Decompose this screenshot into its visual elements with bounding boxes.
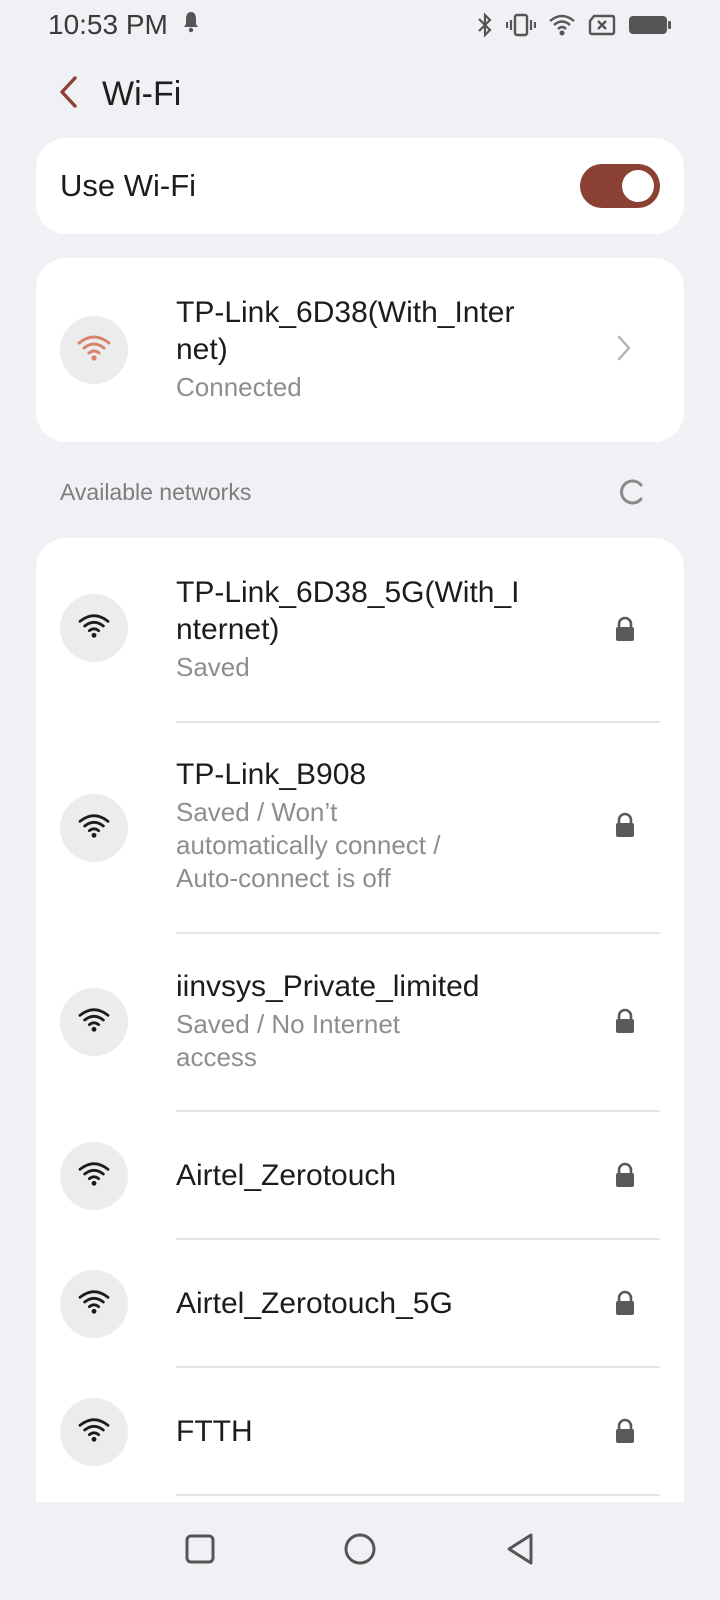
connected-wifi-icon-bg <box>60 316 128 384</box>
use-wifi-toggle[interactable] <box>580 164 660 208</box>
wifi-icon-bg <box>60 1270 128 1338</box>
network-text: TP-Link_B908 Saved / Won’t automatically… <box>176 756 486 895</box>
network-name: TP-Link_6D38_5G(With_Internet) <box>176 576 520 646</box>
no-sim-icon <box>588 13 616 37</box>
network-row[interactable]: FTTH <box>36 1368 684 1494</box>
network-text: Airtel_Zerotouch <box>176 1157 526 1194</box>
wifi-signal-icon <box>77 612 111 645</box>
battery-icon <box>628 14 672 36</box>
lock-icon <box>614 1418 636 1444</box>
wifi-icon-bg <box>60 1398 128 1466</box>
lock-icon <box>614 1290 636 1316</box>
network-row[interactable]: iinvsys_Private_limited Saved / No Inter… <box>36 934 684 1110</box>
network-text: Airtel_Zerotouch_5G <box>176 1285 526 1322</box>
wifi-icon <box>76 333 112 368</box>
lock-icon <box>614 1008 636 1034</box>
status-time: 10:53 PM <box>48 9 168 40</box>
available-networks-label: Available networks <box>60 478 252 505</box>
row-divider <box>176 721 660 723</box>
wifi-signal-icon <box>77 1416 111 1449</box>
use-wifi-card: Use Wi-Fi <box>36 138 684 234</box>
network-row[interactable]: TP-Link_6D38_5G(With_Internet) Saved <box>36 538 684 718</box>
wifi-icon-bg <box>60 988 128 1056</box>
chevron-right-icon <box>616 334 632 362</box>
network-name: TP-Link_B908 <box>176 758 367 791</box>
connected-network-row[interactable]: TP-Link_6D38(With_Internet) Connected <box>36 258 684 442</box>
network-name: Airtel_Zerotouch_5G <box>176 1287 453 1320</box>
wifi-icon-bg <box>60 794 128 862</box>
bluetooth-icon <box>476 12 494 38</box>
network-name: Airtel_Zerotouch <box>176 1159 397 1192</box>
home-button[interactable] <box>330 1521 390 1581</box>
toggle-knob <box>622 170 654 202</box>
lock-icon <box>614 1162 636 1188</box>
lock-icon <box>614 616 636 642</box>
wifi-signal-icon <box>77 1288 111 1321</box>
home-circle-icon <box>343 1532 377 1571</box>
network-text: FTTH <box>176 1413 526 1450</box>
connected-network-name: TP-Link_6D38(With_Internet) <box>176 296 515 366</box>
wifi-signal-icon <box>77 812 111 845</box>
network-name: iinvsys_Private_limited <box>176 970 480 1003</box>
network-row[interactable]: TP-Link_B908 Saved / Won’t automatically… <box>36 724 684 932</box>
network-status: Saved / No Internet access <box>176 1009 401 1072</box>
refresh-icon[interactable] <box>616 477 646 507</box>
app-bar: Wi-Fi <box>0 62 720 126</box>
network-name: FTTH <box>176 1415 253 1448</box>
network-text: TP-Link_6D38_5G(With_Internet) Saved <box>176 574 526 684</box>
lock-icon <box>614 812 636 838</box>
wifi-icon <box>548 13 576 37</box>
wifi-signal-icon <box>77 1160 111 1193</box>
notification-bell-icon <box>182 10 200 41</box>
connected-network-card: TP-Link_6D38(With_Internet) Connected <box>36 258 684 442</box>
network-status: Saved / Won’t automatically connect / Au… <box>176 797 441 893</box>
wifi-icon-bg <box>60 1142 128 1210</box>
recents-square-icon <box>184 1533 216 1570</box>
system-nav-bar <box>0 1502 720 1600</box>
connected-network-status: Connected <box>176 372 302 402</box>
chevron-left-icon <box>57 75 79 114</box>
back-triangle-icon <box>504 1532 536 1571</box>
row-divider <box>176 1494 660 1496</box>
network-row[interactable]: Airtel_Zerotouch <box>36 1112 684 1238</box>
wifi-signal-icon <box>77 1006 111 1039</box>
network-row[interactable]: Airtel_Zerotouch_5G <box>36 1240 684 1366</box>
back-button[interactable] <box>48 69 88 119</box>
recents-button[interactable] <box>170 1521 230 1581</box>
connected-network-text: TP-Link_6D38(With_Internet) Connected <box>176 294 526 404</box>
use-wifi-label: Use Wi-Fi <box>60 168 197 203</box>
page-title: Wi-Fi <box>102 74 182 113</box>
vibrate-icon <box>506 12 536 38</box>
nav-back-button[interactable] <box>490 1521 550 1581</box>
available-networks-list: TP-Link_6D38_5G(With_Internet) Saved TP-… <box>36 538 684 1502</box>
network-text: iinvsys_Private_limited Saved / No Inter… <box>176 968 516 1074</box>
wifi-icon-bg <box>60 594 128 662</box>
network-status: Saved <box>176 652 250 682</box>
status-bar: 10:53 PM <box>0 0 720 50</box>
available-networks-header: Available networks <box>36 470 684 514</box>
